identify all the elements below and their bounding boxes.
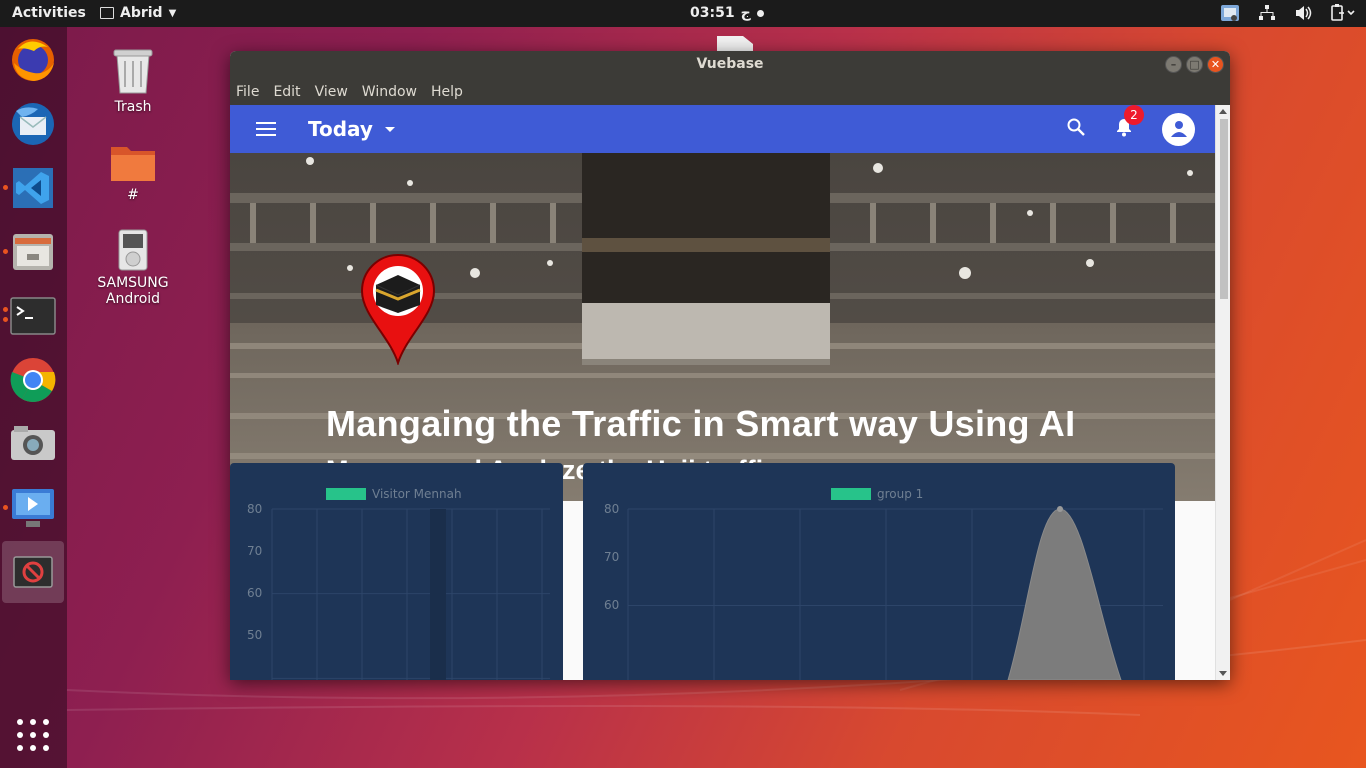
system-tray <box>1220 3 1356 23</box>
dock-thunderbird[interactable] <box>8 99 58 149</box>
avatar[interactable] <box>1162 112 1195 146</box>
app-menu[interactable]: Abrid ▼ <box>100 5 176 21</box>
maximize-button[interactable]: □ <box>1186 56 1203 73</box>
clock-suffix: ج <box>740 5 751 21</box>
chevron-down-icon: ▼ <box>168 7 177 19</box>
chart-plot-area <box>271 508 550 680</box>
hero-banner: Mangaing the Traffic in Smart way Using … <box>230 153 1215 501</box>
blocked-app-icon <box>13 556 53 588</box>
dock-chrome[interactable] <box>8 355 58 405</box>
tray-app-icon[interactable] <box>1220 3 1240 23</box>
date-range-selector[interactable]: Today <box>308 117 395 141</box>
window-titlebar[interactable]: Vuebase – □ ✕ <box>230 51 1230 78</box>
account-icon <box>1170 121 1187 137</box>
close-button[interactable]: ✕ <box>1207 56 1224 73</box>
chart-plot-area <box>627 506 1163 680</box>
media-player-icon <box>118 229 148 271</box>
thunderbird-icon <box>12 103 54 145</box>
dock <box>0 27 67 768</box>
chart-card-group: group 1 80 70 60 <box>583 463 1175 680</box>
desktop-icon-label: Trash <box>114 99 152 115</box>
chevron-down-icon <box>384 126 395 132</box>
app-toolbar: Today 2 <box>230 105 1215 153</box>
menu-window[interactable]: Window <box>362 84 417 100</box>
desktop-icon-trash[interactable]: Trash <box>88 45 178 115</box>
menu-help[interactable]: Help <box>431 84 463 100</box>
app-content: Today 2 Mangaing the Traffic in Smart wa… <box>230 105 1215 680</box>
menu-file[interactable]: File <box>236 84 259 100</box>
menu-icon[interactable] <box>256 122 276 136</box>
power-menu-icon[interactable] <box>1330 4 1356 22</box>
volume-icon[interactable] <box>1294 4 1312 22</box>
chart-card-visitors: Visitor Mennah 80 70 60 50 <box>230 463 563 680</box>
desktop-icon-media-player[interactable]: SAMSUNG Android <box>88 229 178 307</box>
y-tick-label: 50 <box>247 628 263 642</box>
clock[interactable]: 03:51 ج <box>690 5 764 21</box>
notification-dot <box>756 9 764 17</box>
scroll-up-arrow[interactable] <box>1219 109 1227 114</box>
location-pin-icon <box>360 253 436 365</box>
video-editor-icon <box>12 489 54 527</box>
firefox-icon <box>12 39 54 81</box>
top-bar: Activities Abrid ▼ 03:51 ج <box>0 0 1366 27</box>
clock-time: 03:51 <box>690 5 735 21</box>
data-point <box>1057 506 1063 512</box>
charts-section: Visitor Mennah 80 70 60 50 group 1 80 70… <box>230 463 1215 680</box>
hero-title: Mangaing the Traffic in Smart way Using … <box>326 403 1076 444</box>
minimize-button[interactable]: – <box>1165 56 1182 73</box>
window-title: Vuebase <box>696 56 764 72</box>
dock-terminal[interactable] <box>8 291 58 341</box>
folder-icon <box>111 147 155 181</box>
scroll-down-arrow[interactable] <box>1219 671 1227 676</box>
toolbar-title: Today <box>308 117 373 141</box>
terminal-icon <box>10 297 56 335</box>
search-icon[interactable] <box>1066 117 1086 141</box>
activities-button[interactable]: Activities <box>12 5 86 21</box>
desktop-icon-folder[interactable]: # <box>88 143 178 203</box>
area-series <box>1007 508 1122 680</box>
menu-view[interactable]: View <box>315 84 348 100</box>
desktop-icon-label: # <box>127 187 139 203</box>
dock-firefox[interactable] <box>8 35 58 85</box>
menu-edit[interactable]: Edit <box>273 84 300 100</box>
dock-blocked-app[interactable] <box>2 541 64 603</box>
network-icon[interactable] <box>1258 4 1276 22</box>
scrollbar-thumb[interactable] <box>1220 119 1228 299</box>
dock-camera[interactable] <box>8 419 58 469</box>
y-tick-label: 80 <box>604 502 620 516</box>
trash-icon <box>113 49 153 94</box>
y-tick-label: 60 <box>604 598 620 612</box>
vscode-icon <box>13 168 53 208</box>
dock-video-editor[interactable] <box>8 483 58 533</box>
dock-vscode[interactable] <box>8 163 58 213</box>
y-tick-label: 70 <box>604 550 620 564</box>
app-menu-label: Abrid <box>120 5 163 21</box>
vertical-scrollbar[interactable] <box>1215 105 1230 680</box>
app-window: Vuebase – □ ✕ File Edit View Window Help… <box>230 51 1230 680</box>
window-icon <box>100 7 114 19</box>
file-manager-icon <box>13 234 53 270</box>
show-applications-button[interactable] <box>17 719 49 751</box>
camera-icon <box>11 426 55 460</box>
chrome-icon <box>10 358 56 402</box>
notification-badge: 2 <box>1124 105 1144 125</box>
dock-file-manager[interactable] <box>8 227 58 277</box>
y-tick-label: 70 <box>247 544 263 558</box>
desktop-icon-label: SAMSUNG Android <box>97 275 169 307</box>
menu-bar: File Edit View Window Help <box>230 78 1230 105</box>
y-tick-label: 80 <box>247 502 263 516</box>
bar-mark <box>430 509 446 680</box>
y-tick-label: 60 <box>247 586 263 600</box>
notifications-button[interactable]: 2 <box>1114 105 1144 141</box>
